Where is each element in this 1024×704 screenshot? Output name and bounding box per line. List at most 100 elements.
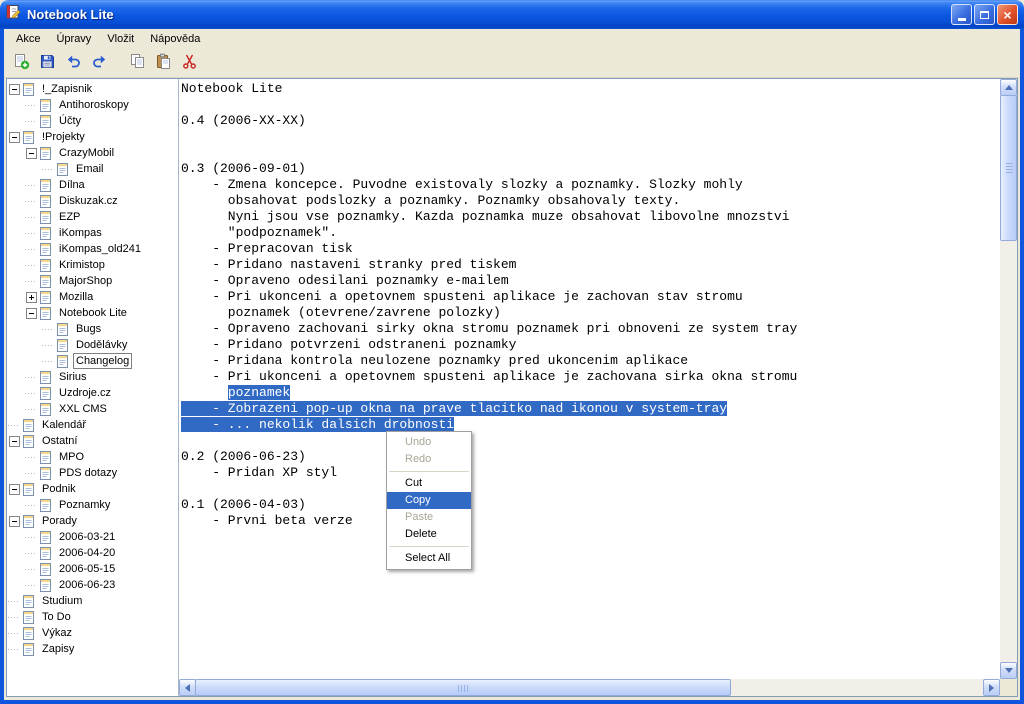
- tree-item-antihoroskopy[interactable]: Antihoroskopy: [7, 97, 178, 113]
- close-button[interactable]: ×: [997, 4, 1018, 25]
- editor-line-prefix: [181, 385, 228, 400]
- context-delete[interactable]: Delete: [387, 526, 471, 543]
- tree-item-pds-dotazy[interactable]: PDS dotazy: [7, 465, 178, 481]
- note-icon: [39, 290, 52, 305]
- tree-item-zapisnik[interactable]: !_Zapisnik: [7, 81, 178, 97]
- tree-item-2006-05-15[interactable]: 2006-05-15: [7, 561, 178, 577]
- tree-item-uzdroje-cz[interactable]: Uzdroje.cz: [7, 385, 178, 401]
- tree-item-2006-03-21[interactable]: 2006-03-21: [7, 529, 178, 545]
- paste-button[interactable]: [151, 51, 176, 75]
- scroll-right-button[interactable]: [983, 679, 1000, 696]
- save-button[interactable]: [35, 51, 60, 75]
- tree-item-projekty[interactable]: !Projekty: [7, 129, 178, 145]
- notes-tree[interactable]: !_Zapisnik Antihoroskopy Účty !Projekty Craz…: [7, 79, 179, 696]
- cut-button[interactable]: [177, 51, 202, 75]
- text-editor[interactable]: Notebook Lite 0.4 (2006-XX-XX) 0.3 (2006-0…: [179, 79, 1000, 679]
- expander-slot: [24, 408, 38, 410]
- scroll-down-button[interactable]: [1000, 662, 1017, 679]
- tree-item-label: 2006-06-23: [59, 579, 116, 591]
- collapse-icon[interactable]: [25, 147, 37, 159]
- menu-pravy[interactable]: Úpravy: [48, 31, 99, 47]
- tree-item-bugs[interactable]: Bugs: [7, 321, 178, 337]
- context-copy[interactable]: Copy: [387, 492, 471, 509]
- tree-item-diskuzak-cz[interactable]: Diskuzak.cz: [7, 193, 178, 209]
- tree-item-ikompas[interactable]: iKompas: [7, 225, 178, 241]
- tree-item-email[interactable]: Email: [7, 161, 178, 177]
- menubar: Akce Úpravy Vložit Nápověda: [4, 29, 1020, 49]
- tree-item-dod-l-vky[interactable]: Dodělávky: [7, 337, 178, 353]
- tree-item-mpo[interactable]: MPO: [7, 449, 178, 465]
- tree-item-label: Krimistop: [59, 259, 105, 271]
- context-redo[interactable]: Redo: [387, 451, 471, 468]
- selected-text: poznamek: [227, 385, 291, 400]
- tree-item-mozilla[interactable]: Mozilla: [7, 289, 178, 305]
- tree-item-sirius[interactable]: Sirius: [7, 369, 178, 385]
- menu-n-pov-da[interactable]: Nápověda: [142, 31, 208, 47]
- new-note-button[interactable]: [9, 51, 34, 75]
- tree-item-changelog[interactable]: Changelog: [7, 353, 178, 369]
- collapse-icon[interactable]: [8, 435, 20, 447]
- tree-item-to-do[interactable]: To Do: [7, 609, 178, 625]
- tree-item-zapisy[interactable]: Zapisy: [7, 641, 178, 657]
- tree-item-ty[interactable]: Účty: [7, 113, 178, 129]
- editor-line: poznamek: [181, 385, 1000, 401]
- collapse-icon[interactable]: [8, 515, 20, 527]
- context-undo[interactable]: Undo: [387, 434, 471, 451]
- tree-item-ostatn[interactable]: Ostatní: [7, 433, 178, 449]
- note-icon: [22, 482, 35, 497]
- note-icon: [39, 98, 52, 113]
- collapse-icon[interactable]: [25, 307, 37, 319]
- tree-item-crazymobil[interactable]: CrazyMobil: [7, 145, 178, 161]
- context-select-all[interactable]: Select All: [387, 550, 471, 567]
- save-icon: [39, 53, 56, 73]
- tree-item-label: !Projekty: [42, 131, 85, 143]
- note-icon: [39, 370, 52, 385]
- tree-item-ikompas-old241[interactable]: iKompas_old241: [7, 241, 178, 257]
- tree-item-2006-06-23[interactable]: 2006-06-23: [7, 577, 178, 593]
- tree-item-label: Studium: [42, 595, 83, 607]
- collapse-icon[interactable]: [8, 483, 20, 495]
- editor-line: - Pridano potvrzeni odstraneni poznamky: [181, 337, 517, 352]
- titlebar[interactable]: Notebook Lite ×: [0, 0, 1024, 29]
- tree-item-label: Dodělávky: [76, 339, 128, 351]
- tree-item-poznamky[interactable]: Poznamky: [7, 497, 178, 513]
- tree-item-ezp[interactable]: EZP: [7, 209, 178, 225]
- horizontal-scroll-thumb[interactable]: [195, 679, 731, 696]
- vertical-scrollbar[interactable]: [1000, 79, 1017, 679]
- tree-item-2006-04-20[interactable]: 2006-04-20: [7, 545, 178, 561]
- tree-item-krimistop[interactable]: Krimistop: [7, 257, 178, 273]
- tree-item-podnik[interactable]: Podnik: [7, 481, 178, 497]
- menu-vlo-it[interactable]: Vložit: [99, 31, 142, 47]
- collapse-icon[interactable]: [8, 131, 20, 143]
- expander-slot: [24, 147, 38, 159]
- undo-button[interactable]: [61, 51, 86, 75]
- vertical-scroll-thumb[interactable]: [1000, 95, 1017, 241]
- collapse-icon[interactable]: [8, 83, 20, 95]
- tree-item-majorshop[interactable]: MajorShop: [7, 273, 178, 289]
- tree-item-kalend[interactable]: Kalendář: [7, 417, 178, 433]
- note-icon: [39, 258, 52, 273]
- context-cut[interactable]: Cut: [387, 475, 471, 492]
- tree-item-notebook-lite[interactable]: Notebook Lite: [7, 305, 178, 321]
- tree-item-studium[interactable]: Studium: [7, 593, 178, 609]
- expander-slot: [7, 483, 21, 495]
- tree-item-d-lna[interactable]: Dílna: [7, 177, 178, 193]
- horizontal-scrollbar[interactable]: [179, 679, 1000, 696]
- tree-item-porady[interactable]: Porady: [7, 513, 178, 529]
- maximize-button[interactable]: [974, 4, 995, 25]
- redo-button[interactable]: [87, 51, 112, 75]
- note-icon: [22, 626, 35, 641]
- copy-button[interactable]: [125, 51, 150, 75]
- context-paste[interactable]: Paste: [387, 509, 471, 526]
- scroll-left-button[interactable]: [179, 679, 196, 696]
- tree-item-xxl-cms[interactable]: XXL CMS: [7, 401, 178, 417]
- tree-item-v-kaz[interactable]: Výkaz: [7, 625, 178, 641]
- tree-item-label: Kalendář: [42, 419, 87, 431]
- tree-connector: [8, 424, 20, 426]
- tree-item-label: Porady: [42, 515, 77, 527]
- scroll-up-button[interactable]: [1000, 79, 1017, 96]
- menu-akce[interactable]: Akce: [8, 31, 48, 47]
- minimize-button[interactable]: [951, 4, 972, 25]
- expand-icon[interactable]: [25, 291, 37, 303]
